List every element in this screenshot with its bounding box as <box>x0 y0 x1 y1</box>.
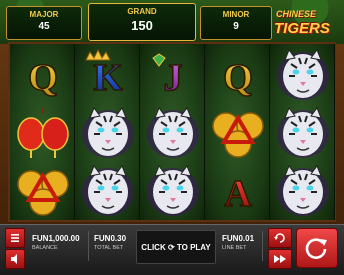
white-tiger-icon <box>81 164 134 216</box>
symbol-white-tiger <box>270 103 335 161</box>
a-icon: A <box>223 172 253 216</box>
jackpot-major-value: 45 <box>38 21 50 32</box>
lantern-icon <box>16 108 69 158</box>
control-bar: FUN1,000.00 BALANCE FUN0.30 TOTAL BET CL… <box>0 224 344 275</box>
jackpot-minor-label: MINOR <box>222 10 250 19</box>
symbol-k: K <box>75 45 140 103</box>
balance-value: FUN1,000.00 <box>32 234 80 243</box>
total-bet-label: TOTAL BET <box>94 245 124 251</box>
line-bet-display: FUN0.01 LINE BET <box>222 231 262 259</box>
game-logo: CHINESE TIGERS <box>270 6 340 42</box>
speaker-icon <box>11 254 17 264</box>
menu-icon <box>11 234 19 242</box>
menu-button[interactable] <box>5 228 25 248</box>
line-bet-label: LINE BET <box>222 245 247 251</box>
q-icon: Q <box>222 56 253 100</box>
svg-text:Q: Q <box>223 57 253 99</box>
white-tiger-icon <box>276 48 329 100</box>
spin-button[interactable] <box>296 228 338 268</box>
play-prompt[interactable]: CLICK ⟳ TO PLAY <box>136 230 216 264</box>
symbol-q: Q <box>205 45 270 103</box>
reel-3: J <box>140 44 205 220</box>
divider <box>88 231 89 261</box>
symbol-white-tiger <box>140 161 205 219</box>
balance-label: BALANCE <box>32 245 58 251</box>
symbol-j: J <box>140 45 205 103</box>
reel-1: Q <box>10 44 75 220</box>
coin-triangle-icon <box>16 170 69 216</box>
logo-line1: CHINESE <box>276 9 317 19</box>
jackpot-minor: MINOR 9 <box>200 6 272 40</box>
svg-text:K: K <box>93 57 123 99</box>
spin-icon <box>305 238 327 259</box>
coin-triangle-icon <box>211 112 264 158</box>
reel-5 <box>270 44 335 220</box>
jackpot-grand-label: GRAND <box>127 7 157 16</box>
total-bet-value: FUN0.30 <box>94 234 127 243</box>
balance-display: FUN1,000.00 BALANCE <box>32 231 90 259</box>
symbol-white-tiger <box>270 161 335 219</box>
symbol-white-tiger <box>75 161 140 219</box>
fast-forward-icon <box>274 255 286 263</box>
jackpot-grand: GRAND 150 <box>88 3 196 41</box>
logo-line2: TIGERS <box>274 20 330 37</box>
white-tiger-icon <box>146 106 199 158</box>
white-tiger-icon <box>276 164 329 216</box>
q-icon: Q <box>27 56 58 100</box>
reel-2: K <box>75 44 140 220</box>
jackpot-grand-value: 150 <box>131 18 153 33</box>
svg-text:A: A <box>224 173 252 215</box>
j-icon: J <box>151 53 183 100</box>
reel-grid: QKJQA <box>8 42 336 222</box>
autoplay-icon <box>274 233 285 243</box>
jackpot-minor-value: 9 <box>233 21 239 32</box>
sound-button[interactable] <box>5 249 25 269</box>
autoplay-button[interactable] <box>268 228 292 248</box>
reel-4: QA <box>205 44 270 220</box>
total-bet-display: FUN0.30 TOTAL BET <box>94 231 134 259</box>
fast-button[interactable] <box>268 249 292 269</box>
symbol-coin-triangle <box>10 161 75 219</box>
jackpot-major-label: MAJOR <box>29 10 59 19</box>
svg-text:J: J <box>163 57 182 99</box>
k-icon: K <box>84 48 123 100</box>
white-tiger-icon <box>276 106 329 158</box>
symbol-lantern <box>10 103 75 161</box>
symbol-a: A <box>205 161 270 219</box>
line-bet-value: FUN0.01 <box>222 234 255 243</box>
symbol-q: Q <box>10 45 75 103</box>
symbol-white-tiger <box>140 103 205 161</box>
white-tiger-icon <box>146 164 199 216</box>
symbol-white-tiger <box>270 45 335 103</box>
svg-text:Q: Q <box>28 57 58 99</box>
symbol-white-tiger <box>75 103 140 161</box>
symbol-coin-triangle <box>205 103 270 161</box>
white-tiger-icon <box>81 106 134 158</box>
divider <box>262 231 263 261</box>
jackpot-major: MAJOR 45 <box>6 6 82 40</box>
